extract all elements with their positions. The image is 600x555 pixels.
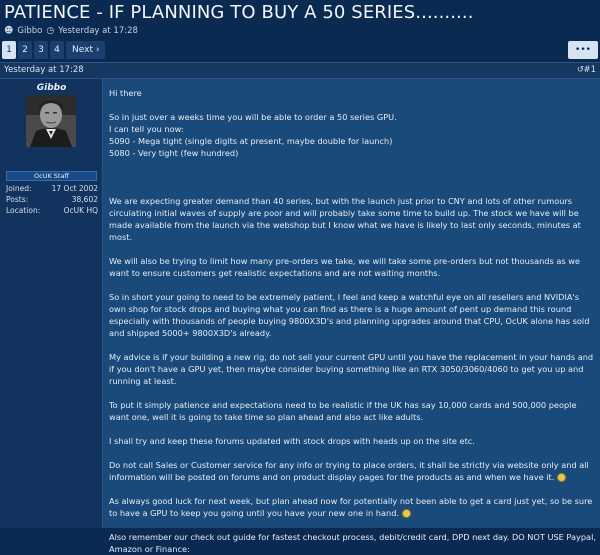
thread-title: PATIENCE - IF PLANNING TO BUY A 50 SERIE…: [4, 2, 474, 23]
post-paragraph: My advice is if your building a new rig,…: [109, 352, 594, 386]
post-paragraph: So in just over a weeks time you will be…: [109, 112, 397, 122]
post-username[interactable]: Gibbo: [0, 83, 103, 93]
user-stats: Joined: 17 Oct 2002 Posts: 38,602 Location…: [6, 183, 98, 216]
page-3-button[interactable]: 3: [34, 41, 48, 59]
thread-date[interactable]: Yesterday at 17:28: [58, 26, 138, 36]
user-icon: ☻: [4, 26, 14, 36]
thread-actions-button[interactable]: •••: [568, 41, 598, 59]
smiley-icon: [401, 509, 411, 518]
post-paragraph: To put it simply patience and expectatio…: [109, 400, 577, 422]
post-paragraph: We are expecting greater demand than 40 …: [109, 196, 581, 242]
next-page-button[interactable]: Next ›: [66, 41, 106, 59]
post-paragraph: 5090 - Mega tight (single digits at pres…: [109, 136, 393, 146]
post-paragraph: We will also be trying to limit how many…: [109, 256, 580, 278]
page-2-button[interactable]: 2: [18, 41, 32, 59]
post-paragraph: As always good luck for next week, but p…: [109, 496, 593, 518]
page-4-button[interactable]: 4: [50, 41, 64, 59]
avatar[interactable]: [26, 95, 76, 147]
thread-meta: ☻ Gibbo ◷ Yesterday at 17:28: [4, 26, 138, 36]
user-panel: Gibbo OcUK Staff Joined: 17 Oct 2002 Post…: [0, 79, 103, 528]
smiley-icon: [556, 473, 566, 482]
post-number[interactable]: #1: [583, 65, 596, 75]
post-paragraph: Do not call Sales or Customer service fo…: [109, 460, 589, 482]
post-paragraph: Also remember our check out guide for fa…: [109, 532, 596, 554]
clock-icon: ◷: [46, 26, 55, 36]
post-date[interactable]: Yesterday at 17:28: [4, 65, 84, 75]
post-paragraph: So in short your going to need to be ext…: [109, 292, 590, 338]
pagination: 1 2 3 4 Next ›: [2, 41, 106, 59]
stat-posts: Posts: 38,602: [6, 195, 98, 204]
stat-location: Location: OcUK HQ: [6, 206, 98, 215]
post-content: Hi there So in just over a weeks time yo…: [103, 79, 600, 554]
post-paragraph: I can tell you now:: [109, 124, 184, 134]
page-1-button[interactable]: 1: [2, 41, 16, 59]
post-paragraph: 5080 - Very tight (few hundred): [109, 148, 239, 158]
post-header: Yesterday at 17:28 ↺ #1: [0, 62, 600, 79]
staff-badge: OcUK Staff: [6, 171, 97, 181]
post-paragraph: Hi there: [109, 88, 142, 98]
post-paragraph: I shall try and keep these forums update…: [109, 436, 475, 446]
thread-author[interactable]: Gibbo: [17, 26, 42, 36]
stat-joined: Joined: 17 Oct 2002: [6, 184, 98, 193]
post-body: Hi there So in just over a weeks time yo…: [109, 87, 597, 555]
